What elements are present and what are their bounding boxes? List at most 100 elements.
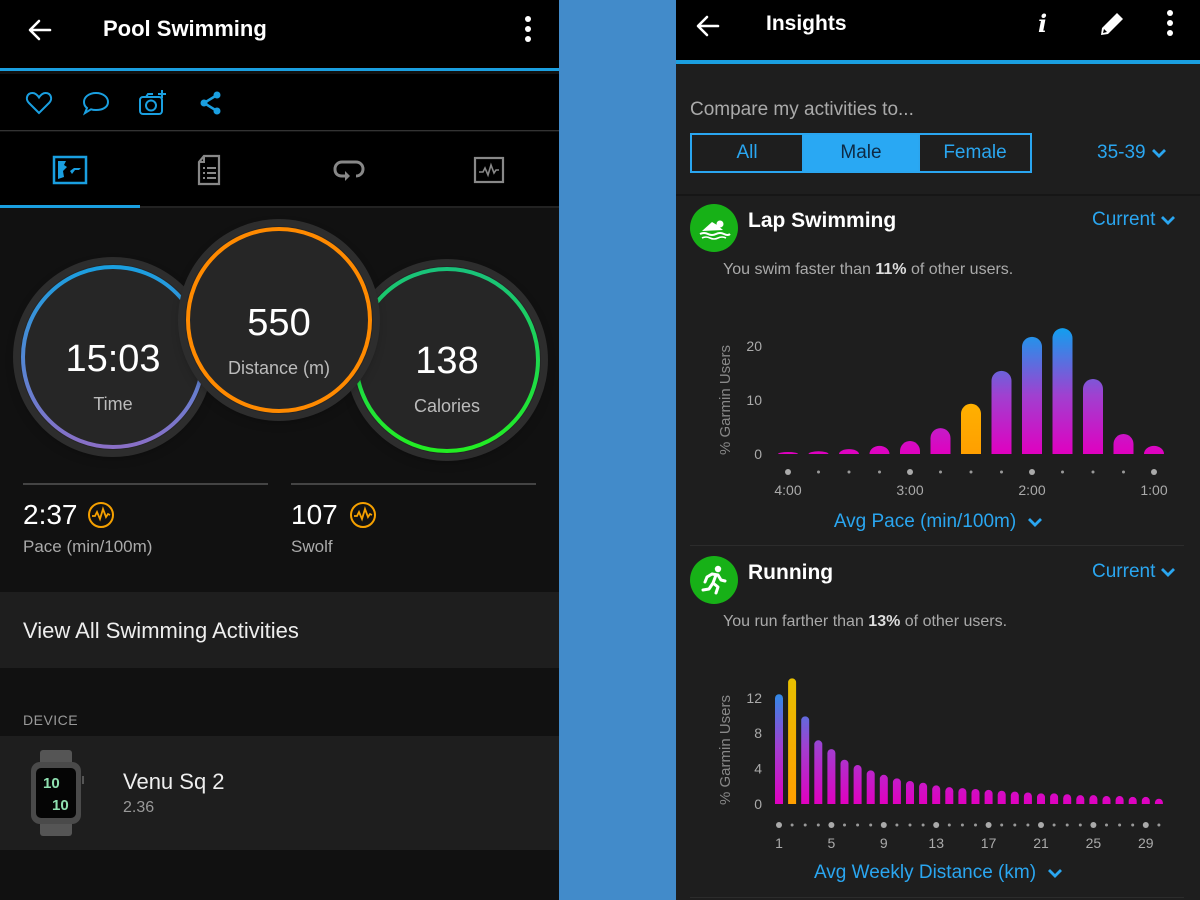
more-vertical-icon[interactable] (1160, 8, 1180, 38)
x-tick-dot (921, 823, 925, 827)
bar (866, 770, 875, 804)
bar (1154, 798, 1163, 804)
performance-pulse-icon[interactable] (87, 501, 115, 529)
x-tick-dot (843, 823, 846, 827)
summary-text: of other users. (906, 261, 1014, 278)
arrow-left-icon[interactable] (24, 14, 56, 46)
bar (971, 788, 980, 804)
x-tick-label: 29 (1138, 835, 1154, 851)
swim-pace-histogram: % Garmin Users 0 10 20 4:00 3:00 2:00 1:00 (717, 328, 1168, 498)
x-tick-dot (907, 469, 913, 475)
bar (1052, 328, 1073, 454)
x-tick-label: 13 (928, 835, 944, 851)
running-title: Running (748, 561, 834, 584)
summary-text: of other users. (900, 613, 1008, 630)
bar (1144, 445, 1164, 454)
tab-laps[interactable] (279, 132, 419, 208)
app-bar: Insights i (676, 0, 1200, 60)
tab-stats[interactable] (139, 132, 279, 208)
y-tick-label: 10 (746, 392, 762, 408)
arrow-left-icon[interactable] (692, 10, 724, 42)
device-row[interactable]: 10 10 Venu Sq 2 2.36 (0, 736, 559, 850)
x-tick-dot (817, 470, 820, 474)
chevron-down-icon (1161, 567, 1176, 577)
bar-highlighted (788, 678, 797, 804)
swolf-stat: 107 Swolf (291, 483, 536, 563)
x-tick-label: 17 (981, 835, 997, 851)
summary-percent: 11% (875, 261, 907, 278)
x-tick-dot (869, 823, 873, 827)
x-tick-dot (1065, 823, 1069, 827)
bar (1022, 336, 1042, 454)
bar (778, 452, 798, 454)
more-vertical-icon[interactable] (516, 14, 540, 44)
camera-plus-icon[interactable] (138, 88, 168, 118)
performance-pulse-icon[interactable] (349, 501, 377, 529)
tab-charts[interactable] (419, 132, 559, 208)
time-value: 15:03 (65, 338, 161, 380)
y-axis-label: % Garmin Users (717, 345, 734, 455)
running-axis-selector[interactable]: Avg Weekly Distance (km) (676, 862, 1200, 884)
x-tick-dot (1157, 823, 1161, 827)
bar (1023, 792, 1032, 804)
x-tick-dot (1000, 470, 1003, 474)
x-tick-dot (1122, 470, 1125, 474)
activity-tabs (0, 132, 559, 208)
gender-segmented-control: All Male Female (690, 133, 1032, 173)
app-bar-accent-line (676, 60, 1200, 64)
x-tick-dot (1091, 470, 1095, 474)
lap-swimming-period-dropdown[interactable]: Current (1092, 209, 1176, 231)
svg-text:10: 10 (43, 775, 60, 792)
pencil-icon[interactable] (1098, 10, 1126, 38)
axis-selector-label: Avg Weekly Distance (km) (813, 862, 1037, 883)
x-tick-label: 25 (1086, 835, 1102, 851)
bar (1115, 796, 1124, 804)
bar (840, 759, 849, 804)
x-tick-dot (974, 823, 977, 827)
heart-icon[interactable] (24, 88, 54, 118)
device-version: 2.36 (123, 799, 155, 816)
x-tick-dot (947, 823, 951, 827)
segment-female[interactable]: Female (920, 135, 1030, 171)
x-tick-dot (895, 823, 899, 827)
age-group-value: 35-39 (1097, 142, 1146, 163)
tab-summary[interactable] (0, 132, 140, 208)
distance-value: 550 (247, 302, 311, 344)
segment-all[interactable]: All (692, 135, 804, 171)
activity-detail-screen: Pool Swimming 15:03 Time 138 Calories 55… (0, 0, 559, 900)
x-tick-dot (1151, 469, 1157, 475)
bar (945, 787, 954, 804)
page-title: Pool Swimming (103, 16, 267, 41)
info-icon[interactable]: i (1038, 9, 1047, 38)
view-all-swimming-button[interactable]: View All Swimming Activities (0, 592, 559, 668)
period-value: Current (1092, 561, 1156, 582)
app-bar-accent-line (0, 68, 559, 71)
swim-axis-selector[interactable]: Avg Pace (min/100m) (676, 511, 1200, 533)
x-tick-dot (939, 470, 942, 474)
calories-value: 138 (415, 340, 479, 382)
x-tick-dot (878, 470, 881, 474)
x-tick-dot (1078, 823, 1082, 827)
chevron-down-icon (1028, 517, 1043, 527)
device-section-header: DEVICE (23, 712, 79, 728)
bar (1089, 795, 1098, 804)
x-tick-label: 1 (775, 835, 783, 851)
social-actions-bar (0, 74, 559, 131)
segment-male[interactable]: Male (804, 135, 920, 171)
bar (958, 788, 967, 804)
age-group-dropdown[interactable]: 35-39 (1097, 142, 1166, 164)
bar (991, 370, 1012, 454)
bar (1113, 434, 1134, 454)
share-icon[interactable] (196, 88, 226, 118)
x-tick-dot (985, 822, 992, 828)
axis-selector-label: Avg Pace (min/100m) (833, 511, 1017, 532)
x-tick-label: 3:00 (896, 482, 923, 498)
x-tick-dot (1118, 823, 1122, 827)
bar-highlighted (961, 403, 981, 454)
running-period-dropdown[interactable]: Current (1092, 561, 1176, 583)
calories-label: Calories (413, 396, 481, 416)
bar (1141, 796, 1150, 804)
period-value: Current (1092, 209, 1156, 230)
chevron-down-icon (1161, 215, 1176, 225)
comment-bubble-icon[interactable] (81, 88, 111, 118)
